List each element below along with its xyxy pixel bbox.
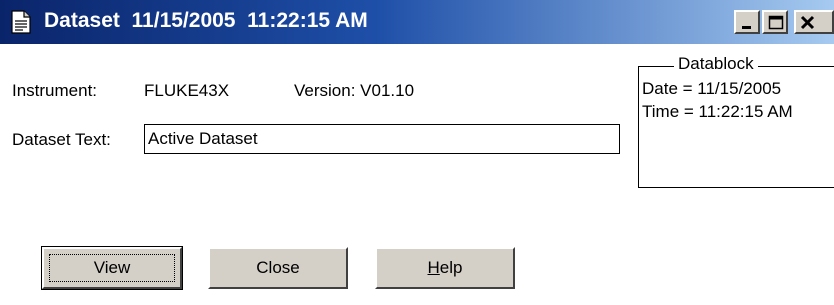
window-title: Dataset 11/15/2005 11:22:15 AM — [44, 9, 368, 32]
datablock-time: Time = 11:22:15 AM — [642, 102, 793, 121]
help-button[interactable]: Help — [375, 247, 515, 289]
datablock-date: Date = 11/15/2005 — [642, 79, 782, 98]
help-button-label: Help — [428, 258, 463, 278]
close-button-label: Close — [256, 258, 300, 277]
help-mnemonic: H — [427, 258, 440, 277]
close-button[interactable] — [794, 10, 834, 34]
document-icon — [10, 10, 32, 34]
view-button[interactable]: View — [41, 246, 183, 290]
close-dialog-button[interactable]: Close — [208, 247, 348, 289]
dataset-text-label: Dataset Text: — [12, 130, 111, 149]
dataset-text-input[interactable] — [144, 124, 620, 154]
maximize-button[interactable] — [762, 10, 788, 34]
focus-rectangle — [49, 254, 175, 282]
instrument-value: FLUKE43X — [144, 81, 230, 100]
help-label-rest: elp — [439, 258, 463, 277]
minimize-button[interactable] — [734, 10, 760, 34]
instrument-label: Instrument: — [12, 81, 98, 100]
version-label: Version: V01.10 — [294, 81, 415, 100]
datablock-title: Datablock — [674, 54, 758, 74]
title-bar[interactable]: Dataset 11/15/2005 11:22:15 AM — [0, 0, 834, 44]
